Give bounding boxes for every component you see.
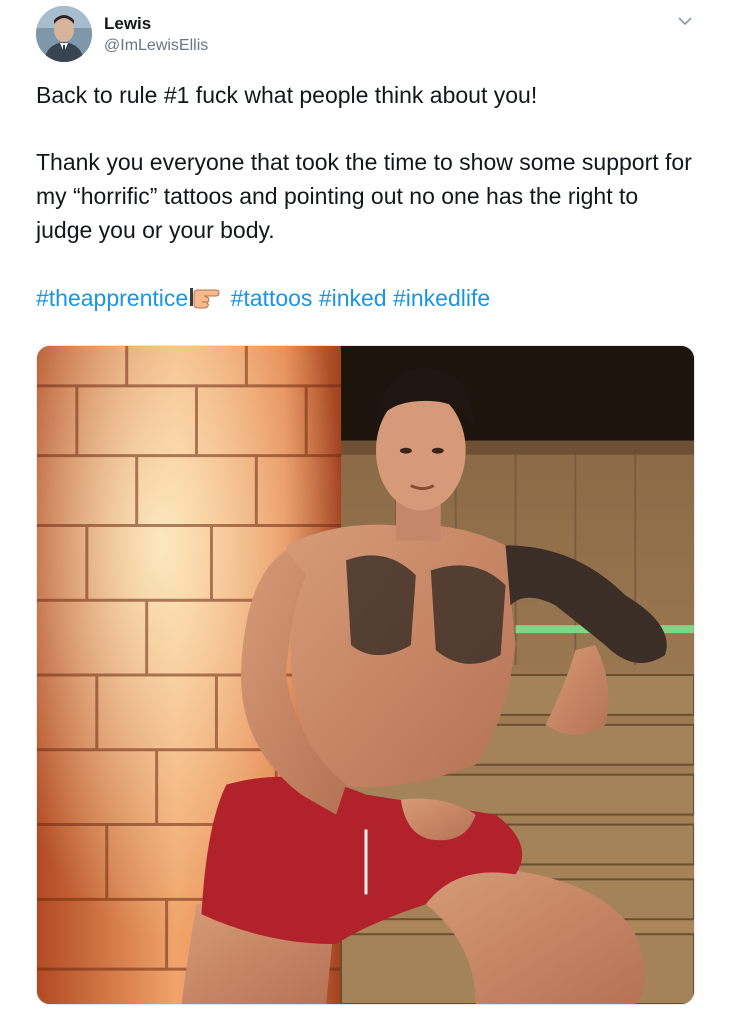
chevron-down-icon[interactable]: [676, 14, 694, 28]
hashtag-row: #theapprentice #tattoos #inked #inkedlif…: [36, 281, 490, 315]
photo-image: [37, 346, 694, 1004]
tweet-text-paragraph: Thank you everyone that took the time to…: [36, 149, 692, 243]
tweet-card[interactable]: Lewis @ImLewisEllis Back to rule #1 fuck…: [0, 0, 733, 1024]
tweet-photo[interactable]: [36, 345, 695, 1005]
tweet-text-line1: Back to rule #1 fuck what people think a…: [36, 82, 538, 108]
hashtag-link[interactable]: #inked: [319, 285, 387, 311]
pointing-finger-icon: [190, 284, 220, 310]
hashtag-link[interactable]: #theapprentice: [36, 285, 188, 311]
author-handle[interactable]: @ImLewisEllis: [104, 36, 208, 56]
hashtag-link[interactable]: #tattoos: [231, 285, 313, 311]
avatar[interactable]: [36, 6, 92, 62]
author-name[interactable]: Lewis: [104, 14, 151, 34]
hashtag-link[interactable]: #inkedlife: [393, 285, 490, 311]
avatar-image: [36, 6, 92, 62]
